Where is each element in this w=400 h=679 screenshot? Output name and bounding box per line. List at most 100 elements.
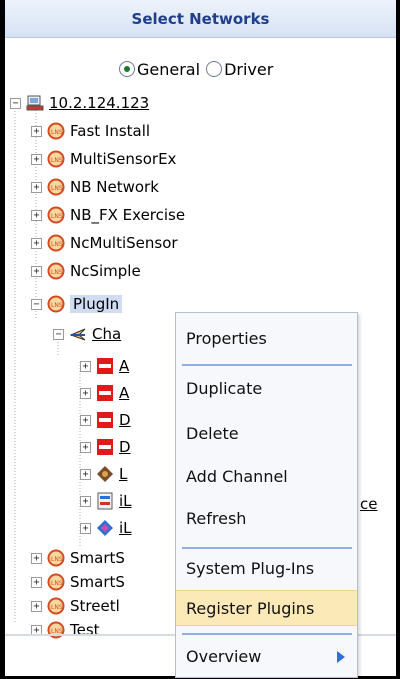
menu-item-duplicate[interactable]: Duplicate	[176, 371, 357, 407]
svg-text:LNS: LNS	[51, 241, 63, 248]
network-icon: LNS	[47, 573, 65, 591]
menu-item-overview[interactable]: Overview	[176, 639, 357, 675]
tree-node-device[interactable]: + A	[80, 382, 129, 404]
expand-icon[interactable]: +	[80, 468, 91, 480]
expand-icon[interactable]: +	[80, 495, 91, 507]
tree-node-network[interactable]: + LNS MultiSensorEx	[31, 148, 176, 170]
tree-node-device[interactable]: + iL	[80, 517, 132, 539]
tree-node-device[interactable]: + D	[80, 409, 131, 431]
expand-icon[interactable]: +	[80, 414, 91, 426]
tree-node-device[interactable]: + D	[80, 436, 131, 458]
red-device-icon	[96, 384, 114, 402]
menu-item-delete[interactable]: Delete	[176, 416, 357, 452]
tree-node-label[interactable]: NB Network	[70, 178, 159, 196]
tree-node-network[interactable]: + LNS NcSimple	[31, 260, 141, 282]
tree-node-network[interactable]: + LNS NcMultiSensor	[31, 232, 178, 254]
tree-node-label[interactable]: Test	[70, 621, 100, 639]
tree-node-label[interactable]: Fast Install	[70, 122, 150, 140]
network-icon: LNS	[47, 621, 65, 639]
tree-node-network[interactable]: + LNS NB Network	[31, 176, 159, 198]
tree-node-device[interactable]: + iL	[80, 490, 132, 512]
menu-item-add-channel[interactable]: Add Channel	[176, 459, 357, 495]
svg-text:LNS: LNS	[51, 129, 63, 136]
tree-node-label[interactable]: iL	[119, 492, 132, 510]
context-menu: Properties Duplicate Delete Add Channel …	[175, 312, 358, 678]
tree-node-label[interactable]: NcSimple	[70, 262, 141, 280]
tree-node-label[interactable]: PlugIn	[70, 295, 123, 313]
tree-node-label[interactable]: Streetl	[70, 597, 120, 615]
tree-node-label[interactable]: Cha	[92, 325, 121, 343]
tree-node-network[interactable]: + LNS Fast Install	[31, 120, 150, 142]
svg-text:LNS: LNS	[51, 556, 63, 563]
expand-icon[interactable]: +	[31, 153, 42, 165]
menu-separator	[182, 364, 352, 366]
expand-icon[interactable]: +	[31, 209, 42, 221]
network-icon: LNS	[47, 234, 65, 252]
network-icon: LNS	[47, 178, 65, 196]
menu-item-properties[interactable]: Properties	[176, 321, 357, 357]
menu-item-register-plugins[interactable]: Register Plugins	[176, 590, 357, 626]
expand-icon[interactable]: +	[31, 600, 42, 612]
tree-node-label[interactable]: SmartS	[70, 573, 125, 591]
collapse-icon[interactable]: −	[10, 97, 21, 109]
svg-text:LNS: LNS	[51, 213, 63, 220]
tree-node-label[interactable]: iL	[119, 519, 132, 537]
svg-text:LNS: LNS	[51, 185, 63, 192]
tree-node-label[interactable]: A	[119, 357, 129, 375]
tree-node-label[interactable]: NcMultiSensor	[70, 234, 178, 252]
expand-icon[interactable]: +	[80, 387, 91, 399]
menu-separator	[182, 633, 352, 635]
network-icon: LNS	[47, 295, 65, 313]
tree-node-root[interactable]: − 10.2.124.123	[10, 92, 149, 114]
tree-node-label[interactable]: D	[119, 438, 131, 456]
network-icon: LNS	[47, 549, 65, 567]
submenu-arrow-icon	[337, 651, 345, 663]
collapse-icon[interactable]: −	[31, 298, 42, 310]
red-device-icon	[96, 438, 114, 456]
tree-node-network[interactable]: + LNS Streetl	[31, 595, 120, 617]
red-device-icon	[96, 357, 114, 375]
tree-node-device[interactable]: + L	[80, 463, 127, 485]
network-icon: LNS	[47, 122, 65, 140]
expand-icon[interactable]: +	[31, 576, 42, 588]
collapse-icon[interactable]: −	[53, 328, 64, 340]
expand-icon[interactable]: +	[31, 552, 42, 564]
computer-server-icon	[26, 94, 44, 112]
menu-item-overview-label[interactable]: Overview	[186, 647, 261, 666]
tree-node-network[interactable]: + LNS SmartS	[31, 571, 125, 593]
device-label-tail[interactable]: ce	[360, 495, 377, 513]
tree-node-channel[interactable]: − Cha	[53, 323, 121, 345]
red-device-icon	[96, 411, 114, 429]
tree-node-root-label[interactable]: 10.2.124.123	[49, 94, 149, 112]
tree-node-label[interactable]: L	[119, 465, 127, 483]
expand-icon[interactable]: +	[80, 360, 91, 372]
expand-icon[interactable]: +	[80, 522, 91, 534]
menu-item-refresh[interactable]: Refresh	[176, 501, 357, 537]
tree-node-label[interactable]: SmartS	[70, 549, 125, 567]
network-icon: LNS	[47, 206, 65, 224]
expand-icon[interactable]: +	[80, 441, 91, 453]
tree-node-selected-network[interactable]: − LNS PlugIn	[31, 293, 123, 315]
expand-icon[interactable]: +	[31, 237, 42, 249]
channel-icon	[69, 325, 87, 343]
svg-text:LNS: LNS	[51, 302, 63, 309]
tree-node-network[interactable]: + LNS Test	[31, 619, 100, 641]
svg-text:LNS: LNS	[51, 580, 63, 587]
svg-text:LNS: LNS	[51, 604, 63, 611]
network-icon: LNS	[47, 262, 65, 280]
expand-icon[interactable]: +	[31, 265, 42, 277]
tree-node-device[interactable]: + A	[80, 355, 129, 377]
device-panel-icon	[96, 492, 114, 510]
tree-node-network[interactable]: + LNS NB_FX Exercise	[31, 204, 185, 226]
tree-node-label[interactable]: MultiSensorEx	[70, 150, 176, 168]
tree-node-label[interactable]: D	[119, 411, 131, 429]
expand-icon[interactable]: +	[31, 181, 42, 193]
menu-item-system-plug-ins[interactable]: System Plug-Ins	[176, 551, 357, 587]
tree-node-label[interactable]: A	[119, 384, 129, 402]
network-icon: LNS	[47, 150, 65, 168]
tree-node-network[interactable]: + LNS SmartS	[31, 547, 125, 569]
tree-node-label[interactable]: NB_FX Exercise	[70, 206, 185, 224]
menu-separator	[182, 547, 352, 549]
device-blue-icon	[96, 519, 114, 537]
expand-icon[interactable]: +	[31, 125, 42, 137]
